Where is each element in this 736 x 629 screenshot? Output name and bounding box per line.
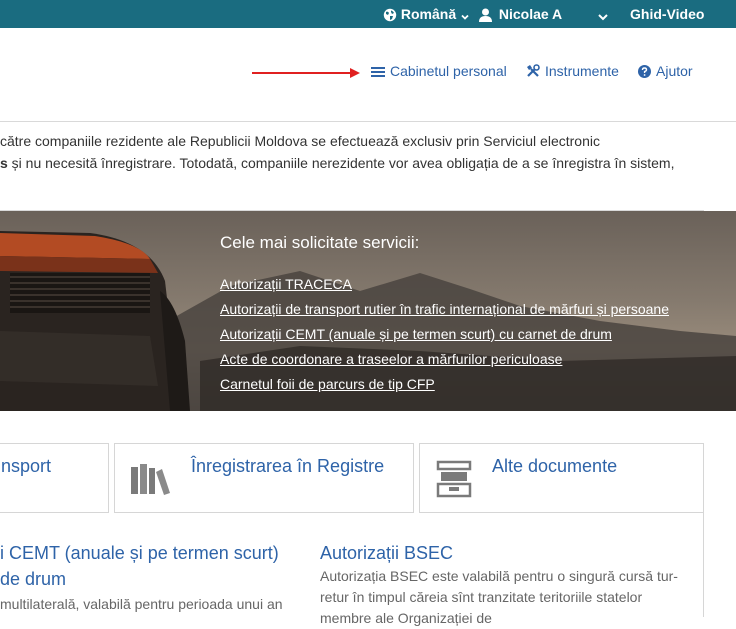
user-icon [479,8,492,22]
card-title: nsport [1,456,52,476]
card-title: Alte documente [492,456,618,476]
article-cemt-title[interactable]: i CEMT (anuale și pe termen scurt) [0,543,279,564]
notice-line-1: către companiile rezidente ale Republici… [0,133,600,149]
chevron-down-icon [598,14,608,21]
cabinet-link[interactable]: Cabinetul personal [371,61,507,81]
service-link[interactable]: Autorizații de transport rutier în trafi… [220,301,669,317]
service-link[interactable]: Autorizații CEMT (anuale și pe termen sc… [220,326,612,342]
hero-title: Cele mai solicitate servicii: [220,233,420,252]
notice-bold: s [0,155,8,171]
tools-label: Instrumente [545,63,619,79]
card-title: Înregistrarea în Registre [191,456,385,476]
help-link[interactable]: Ajutor [638,61,693,81]
card-registre[interactable]: Înregistrarea în Registre [114,443,414,513]
article-bsec-title[interactable]: Autorizații BSEC [320,543,453,564]
archive-icon [436,460,472,498]
notice-text: și nu necesită înregistrare. Totodată, c… [7,155,675,171]
language-selector[interactable]: Română [383,0,470,28]
user-name: Nicolae A [498,6,563,22]
video-guide-link[interactable]: Ghid-Video [630,0,704,28]
tools-icon [527,64,540,77]
article-cemt-text: multilaterală, valabilă pentru perioada … [0,596,283,612]
books-icon [131,464,170,495]
question-icon [638,65,651,78]
chevron-down-icon [461,14,469,20]
arrow-annotation [252,68,360,78]
article-bsec-text: membre ale Organizației de [320,610,492,626]
list-icon [371,67,385,77]
notice-line-2: s și nu necesită înregistrare. Totodată,… [0,155,674,171]
top-bar: Română Nicolae A Ghid-Video [0,0,736,28]
help-label: Ajutor [656,63,693,79]
card-transport[interactable]: nsport [0,443,109,513]
globe-icon [383,8,397,22]
divider [0,121,736,122]
article-bsec-text: retur în timpul căreia sînt tranzitate t… [320,589,643,605]
tools-link[interactable]: Instrumente [526,61,619,81]
language-label: Română [400,6,457,22]
article-bsec-text: Autorizația BSEC este valabilă pentru o … [320,568,678,584]
cabinet-label: Cabinetul personal [390,63,507,79]
user-menu[interactable]: Nicolae A [479,0,562,28]
card-documente[interactable]: Alte documente [419,443,704,513]
video-guide-label: Ghid-Video [630,6,705,22]
service-link[interactable]: Carnetul foii de parcurs de tip CFP [220,376,435,392]
user-menu-toggle[interactable] [597,0,609,28]
service-link[interactable]: Acte de coordonare a traseelor a mărfuri… [220,351,562,367]
article-cemt-title-2[interactable]: de drum [0,569,66,590]
service-link[interactable]: Autorizații TRACECA [220,276,352,292]
